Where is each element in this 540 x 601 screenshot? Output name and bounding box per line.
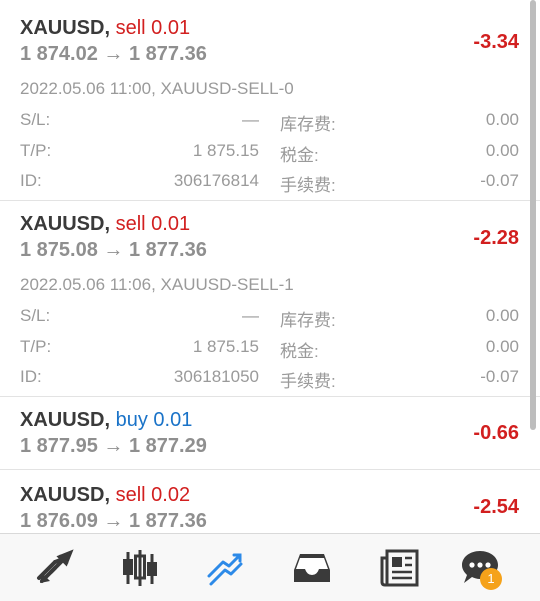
- trade-card-2[interactable]: XAUUSD, sell 0.01 1 875.08 → 1 877.36 -2…: [0, 201, 540, 396]
- tp-label: T/P:: [20, 337, 52, 356]
- trade-card-4[interactable]: XAUUSD, sell 0.02 1 876.09 → 1 877.36 -2…: [0, 470, 540, 533]
- price-range: 1 877.95 → 1 877.29: [20, 435, 207, 457]
- swap-value: 0.00: [485, 110, 519, 129]
- trade-action: buy: [115, 409, 148, 431]
- tab-news[interactable]: [360, 534, 440, 601]
- fee-label: 手续费:: [280, 176, 336, 195]
- symbol-label: XAUUSD,: [20, 17, 111, 39]
- tp-value: 1 875.15: [192, 337, 259, 356]
- open-time-comment: 2022.05.06 11:00, XAUUSD-SELL-0: [20, 79, 294, 98]
- tp-value: 1 875.15: [192, 141, 259, 160]
- tab-charts[interactable]: [100, 534, 180, 601]
- trade-action: sell: [115, 484, 146, 506]
- trade-action: sell: [115, 213, 146, 235]
- symbol-label: XAUUSD,: [20, 213, 111, 235]
- chat-notification-badge: 1: [480, 568, 502, 590]
- fee-value: -0.07: [480, 367, 519, 386]
- id-label: ID:: [20, 367, 42, 386]
- chart-candles-icon: [123, 549, 157, 586]
- tax-label: 税金:: [280, 342, 319, 361]
- fee-value: -0.07: [480, 171, 519, 190]
- sl-value: —: [242, 306, 259, 325]
- sl-label: S/L:: [20, 110, 51, 129]
- symbol-label: XAUUSD,: [20, 409, 111, 431]
- sl-label: S/L:: [20, 306, 51, 325]
- trade-icon: [207, 553, 243, 585]
- swap-label: 库存费:: [280, 115, 336, 134]
- id-label: ID:: [20, 171, 42, 190]
- profit-value: -3.34: [473, 31, 519, 53]
- trade-title: XAUUSD, buy 0.01: [20, 409, 192, 432]
- positions-list[interactable]: XAUUSD, sell 0.01 1 874.02 → 1 877.36 -3…: [0, 0, 540, 533]
- open-time-comment: 2022.05.06 11:06, XAUUSD-SELL-1: [20, 275, 294, 294]
- history-inbox-icon: [294, 553, 330, 582]
- fee-label: 手续费:: [280, 372, 336, 391]
- trade-title: XAUUSD, sell 0.02: [20, 484, 190, 507]
- tax-value: 0.00: [485, 337, 519, 356]
- quotes-icon: [37, 548, 74, 583]
- trade-title: XAUUSD, sell 0.01: [20, 213, 190, 236]
- tax-value: 0.00: [485, 141, 519, 160]
- news-icon: [380, 549, 419, 586]
- trade-title: XAUUSD, sell 0.01: [20, 17, 190, 40]
- profit-value: -0.66: [473, 422, 519, 444]
- bottom-tab-bar: 1: [0, 533, 540, 601]
- price-range: 1 876.09 → 1 877.36: [20, 510, 207, 532]
- price-range: 1 874.02 → 1 877.36: [20, 43, 207, 65]
- swap-label: 库存费:: [280, 311, 336, 330]
- tab-history[interactable]: [272, 534, 352, 601]
- trade-card-1[interactable]: XAUUSD, sell 0.01 1 874.02 → 1 877.36 -3…: [0, 0, 540, 200]
- scrollbar[interactable]: [530, 0, 536, 430]
- trade-volume: 0.01: [151, 17, 191, 39]
- price-range: 1 875.08 → 1 877.36: [20, 239, 207, 261]
- trade-volume: 0.02: [151, 484, 191, 506]
- trade-action: sell: [115, 17, 146, 39]
- symbol-label: XAUUSD,: [20, 484, 111, 506]
- trade-volume: 0.01: [153, 409, 193, 431]
- tab-trade[interactable]: [185, 534, 265, 601]
- sl-value: —: [242, 110, 259, 129]
- tp-label: T/P:: [20, 141, 52, 160]
- tab-chat[interactable]: [440, 534, 520, 601]
- tax-label: 税金:: [280, 146, 319, 165]
- tab-quotes[interactable]: [15, 534, 95, 601]
- id-value: 306181050: [173, 367, 259, 386]
- swap-value: 0.00: [485, 306, 519, 325]
- trade-volume: 0.01: [151, 213, 191, 235]
- trade-card-3[interactable]: XAUUSD, buy 0.01 1 877.95 → 1 877.29 -0.…: [0, 397, 540, 469]
- id-value: 306176814: [173, 171, 259, 190]
- profit-value: -2.28: [473, 227, 519, 249]
- profit-value: -2.54: [473, 496, 519, 518]
